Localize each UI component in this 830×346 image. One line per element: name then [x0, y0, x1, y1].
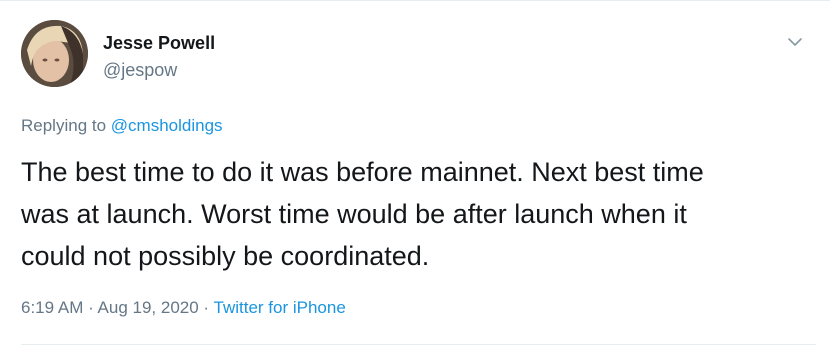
avatar-image — [21, 20, 88, 87]
tweet-meta: 6:19 AM · Aug 19, 2020 · Twitter for iPh… — [21, 297, 346, 319]
tweet-card: Jesse Powell @jespow Replying to @cmshol… — [0, 0, 830, 346]
replying-to: Replying to @cmsholdings — [21, 115, 223, 137]
replying-to-label: Replying to — [21, 116, 111, 135]
tweet-source-link[interactable]: Twitter for iPhone — [214, 298, 346, 317]
tweet-date[interactable]: Aug 19, 2020 — [98, 298, 199, 317]
avatar[interactable] — [21, 20, 88, 87]
tweet-time[interactable]: 6:19 AM — [21, 298, 83, 317]
divider — [21, 344, 816, 345]
author-name[interactable]: Jesse Powell — [103, 32, 215, 54]
reply-mention-link[interactable]: @cmsholdings — [111, 116, 223, 135]
meta-separator: · — [83, 298, 98, 317]
chevron-down-icon[interactable] — [786, 33, 804, 51]
author-handle[interactable]: @jespow — [103, 59, 177, 81]
meta-separator: · — [198, 298, 214, 317]
tweet-text: The best time to do it was before mainne… — [21, 157, 704, 271]
